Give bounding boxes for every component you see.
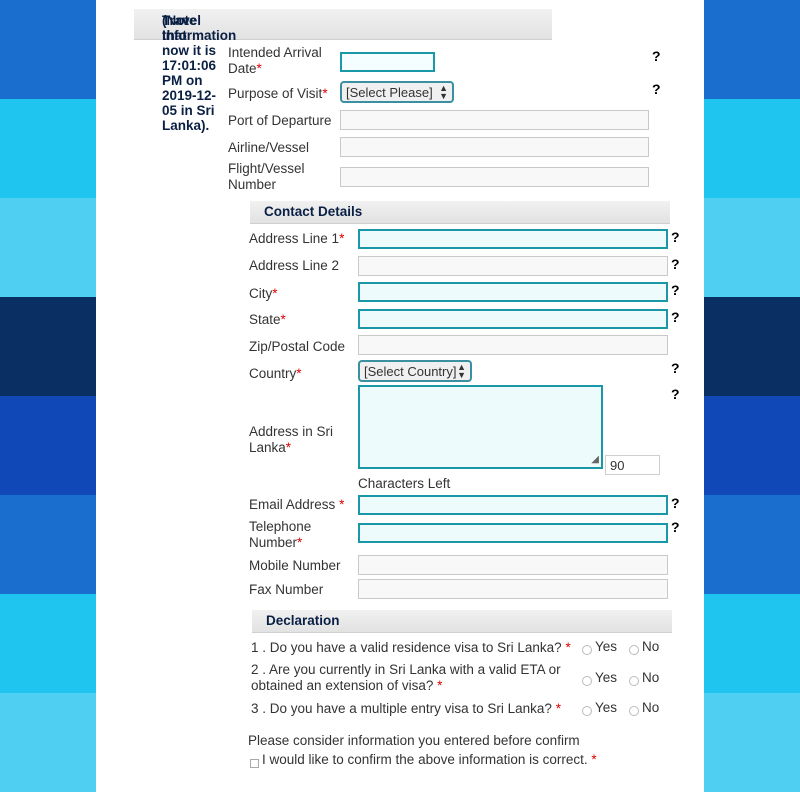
purpose-help-icon[interactable]: ? [652, 81, 661, 97]
city-input[interactable] [358, 282, 668, 302]
q3-no-radio[interactable] [629, 706, 639, 716]
q2-yes-label: Yes [595, 670, 618, 685]
right-stripe-band [704, 0, 800, 792]
sl-address-label: Address in Sri Lanka* [249, 424, 334, 455]
address2-input[interactable] [358, 256, 668, 276]
travel-information-header: Travel Information (Note that now it is … [134, 9, 552, 133]
arrival-date-help-icon[interactable]: ? [652, 48, 661, 64]
question-2: 2 . Are you currently in Sri Lanka with … [251, 662, 561, 693]
question-1: 1 . Do you have a valid residence visa t… [251, 640, 571, 655]
purpose-label: Purpose of Visit* [228, 86, 328, 101]
zip-input[interactable] [358, 335, 668, 355]
select-arrows-icon: ▲ ▼ [439, 83, 448, 101]
stripe-block [0, 198, 96, 297]
address1-label: Address Line 1* [249, 231, 345, 246]
select-arrows-icon: ▲ ▼ [457, 362, 466, 380]
stripe-block [704, 396, 800, 495]
stripe-block [704, 594, 800, 693]
email-label: Email Address * [249, 497, 345, 512]
stripe-block [0, 0, 96, 99]
telephone-input[interactable] [358, 523, 668, 543]
telephone-help-icon[interactable]: ? [671, 519, 680, 535]
state-input[interactable] [358, 309, 668, 329]
city-help-icon[interactable]: ? [671, 282, 680, 298]
stripe-block [0, 495, 96, 594]
stripe-block [0, 396, 96, 495]
address1-help-icon[interactable]: ? [671, 229, 680, 245]
confirm-checkbox[interactable] [250, 759, 259, 768]
declaration-header: Declaration [252, 610, 672, 633]
mobile-label: Mobile Number [249, 558, 341, 573]
country-select[interactable]: [Select Country] ▲ ▼ [358, 360, 472, 382]
q1-no-label: No [642, 639, 660, 654]
stripe-block [0, 99, 96, 198]
airline-input[interactable] [340, 137, 649, 157]
stripe-block [704, 0, 800, 99]
address2-label: Address Line 2 [249, 258, 340, 273]
purpose-select[interactable]: [Select Please] ▲ ▼ [340, 81, 454, 103]
sl-address-help-icon[interactable]: ? [671, 386, 680, 402]
chars-left-counter: 90 [605, 455, 660, 475]
confirm-label: I would like to confirm the above inform… [262, 752, 597, 767]
resize-grip-icon[interactable]: ◢ [591, 454, 599, 465]
state-help-icon[interactable]: ? [671, 309, 680, 325]
departure-input[interactable] [340, 110, 649, 130]
stripe-block [704, 693, 800, 792]
travel-header-note: (Note that now it is 17:01:06 PM on 2019… [162, 13, 217, 133]
address2-help-icon[interactable]: ? [671, 256, 680, 272]
q3-yes-label: Yes [595, 700, 618, 715]
question-3: 3 . Do you have a multiple entry visa to… [251, 701, 561, 716]
zip-label: Zip/Postal Code [249, 339, 346, 354]
q3-yes-radio[interactable] [582, 706, 592, 716]
country-help-icon[interactable]: ? [671, 360, 680, 376]
q2-no-label: No [642, 670, 660, 685]
q1-yes-label: Yes [595, 639, 618, 654]
q1-no-radio[interactable] [629, 645, 639, 655]
address1-input[interactable] [358, 229, 668, 249]
stripe-block [0, 594, 96, 693]
departure-label: Port of Departure [228, 113, 332, 128]
stripe-block [704, 297, 800, 396]
q3-no-label: No [642, 700, 660, 715]
country-label: Country* [249, 366, 302, 381]
contact-details-header: Contact Details [250, 201, 670, 224]
stripe-block [0, 693, 96, 792]
email-help-icon[interactable]: ? [671, 495, 680, 511]
email-input[interactable] [358, 495, 668, 515]
stripe-block [704, 495, 800, 594]
fax-label: Fax Number [249, 582, 324, 597]
arrival-date-label: Intended Arrival Date* [228, 45, 322, 76]
sl-address-textarea[interactable]: ◢ [358, 385, 603, 469]
flight-input[interactable] [340, 167, 649, 187]
airline-label: Airline/Vessel [228, 140, 310, 155]
mobile-input[interactable] [358, 555, 668, 575]
state-label: State* [249, 312, 286, 327]
arrival-date-input[interactable] [340, 52, 435, 72]
q1-yes-radio[interactable] [582, 645, 592, 655]
q2-no-radio[interactable] [629, 676, 639, 686]
left-stripe-band [0, 0, 96, 792]
chars-left-label: Characters Left [358, 476, 451, 491]
stripe-block [704, 198, 800, 297]
city-label: City* [249, 286, 278, 301]
flight-label: Flight/Vessel Number [228, 161, 305, 192]
telephone-label: Telephone Number* [249, 519, 312, 550]
consider-note: Please consider information you entered … [248, 733, 580, 748]
stripe-block [0, 297, 96, 396]
stripe-block [704, 99, 800, 198]
q2-yes-radio[interactable] [582, 676, 592, 686]
fax-input[interactable] [358, 579, 668, 599]
